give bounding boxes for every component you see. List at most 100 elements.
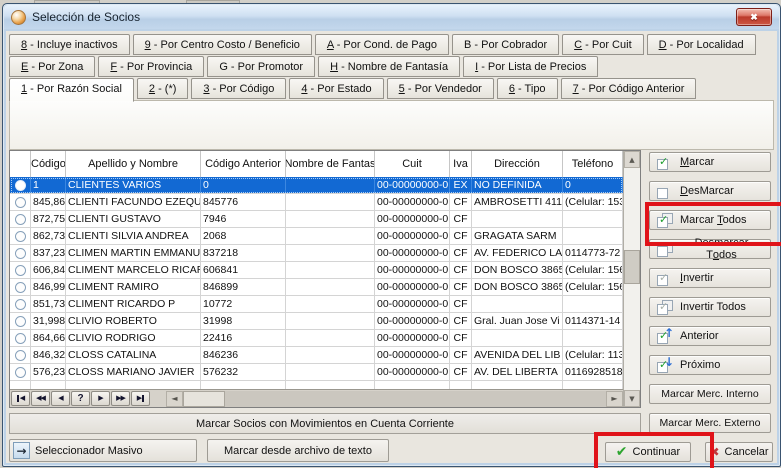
tab-f-por-provincia[interactable]: F - Por Provincia [98, 56, 204, 77]
button-label: Marcar Merc. Interno [661, 388, 758, 400]
scroll-down-icon[interactable]: ▼ [624, 390, 640, 407]
tab-e-por-zona[interactable]: E - Por Zona [9, 56, 95, 77]
continuar-button[interactable]: ✔ Continuar [605, 442, 691, 462]
cell-anterior: 837218 [201, 245, 286, 261]
tab-a-por-cond-de-pago[interactable]: A - Por Cond. de Pago [315, 34, 449, 55]
tab-9-por-centro-costo-beneficio[interactable]: 9 - Por Centro Costo / Beneficio [133, 34, 312, 55]
pr-ximo-button[interactable]: ↓Próximo [649, 355, 771, 375]
table-row[interactable]: 846,991CLIMENT RAMIRO84689900-00000000-0… [10, 279, 623, 296]
cell-nombre: CLIVIO ROBERTO [66, 313, 201, 329]
cell-fantasia [286, 313, 375, 329]
cancelar-button[interactable]: ✖ Cancelar [705, 442, 773, 462]
table-row[interactable]: 31,998CLIVIO ROBERTO3199800-00000000-0CF… [10, 313, 623, 330]
anterior-button[interactable]: ↑Anterior [649, 326, 771, 346]
column-header-cuit[interactable]: Cuit [375, 151, 450, 177]
table-row[interactable]: 837,236CLIMEN MARTIN EMMANU83721800-0000… [10, 245, 623, 262]
table-row[interactable]: 845,862CLIENTI FACUNDO EZEQU84577600-000… [10, 194, 623, 211]
cell-codigo: 1 [31, 177, 66, 193]
marcar-desde-archivo-button[interactable]: Marcar desde archivo de texto [207, 439, 389, 462]
nav-prior-page-button[interactable]: ◀◀ [31, 391, 50, 406]
vertical-scroll-thumb[interactable] [624, 250, 640, 284]
cell-iva: CF [450, 194, 472, 210]
table-row[interactable] [10, 381, 623, 389]
tab-3-por-c-digo[interactable]: 3 - Por Código [191, 78, 286, 99]
desmarcar-todos-button[interactable]: Desmarcar Todos [649, 239, 771, 259]
row-marker-radio[interactable] [15, 367, 26, 378]
column-header-direcci-n[interactable]: Dirección [472, 151, 563, 177]
nav-next-page-button[interactable]: ▶▶ [111, 391, 130, 406]
vertical-scrollbar[interactable]: ▲ ▼ [623, 151, 640, 407]
cell-nombre: CLIENTI GUSTAVO [66, 211, 201, 227]
nav-next-button[interactable]: ▶ [91, 391, 110, 406]
marcar-todos-button[interactable]: Marcar Todos [649, 210, 771, 230]
arrow-right-icon: → [13, 442, 30, 459]
tab-d-por-localidad[interactable]: D - Por Localidad [647, 34, 756, 55]
column-header-apellido-y-nombre[interactable]: Apellido y Nombre [66, 151, 201, 177]
tab-8-incluye-inactivos[interactable]: 8 - Incluye inactivos [9, 34, 130, 55]
row-marker-radio[interactable] [15, 248, 26, 259]
nav-last-button[interactable]: ▶ [131, 391, 150, 406]
row-marker-radio[interactable] [15, 214, 26, 225]
scroll-up-icon[interactable]: ▲ [624, 151, 640, 168]
horizontal-scroll-thumb[interactable] [183, 391, 225, 407]
marker-cell [10, 330, 31, 346]
cell-codigo: 31,998 [31, 313, 66, 329]
cell-direccion: NO DEFINIDA [472, 177, 563, 193]
vertical-scroll-track[interactable] [624, 168, 640, 390]
horizontal-scroll-track[interactable] [225, 391, 606, 407]
tab-6-tipo[interactable]: 6 - Tipo [497, 78, 558, 99]
title-bar[interactable]: Selección de Socios ✖ [4, 5, 779, 29]
desmarcar-button[interactable]: DesMarcar [649, 181, 771, 201]
tab-i-por-lista-de-precios[interactable]: I - Por Lista de Precios [463, 56, 598, 77]
table-row[interactable]: 851,730CLIMENT RICARDO P1077200-00000000… [10, 296, 623, 313]
column-header-iva[interactable]: Iva [450, 151, 472, 177]
marcar-merc-interno-button[interactable]: Marcar Merc. Interno [649, 384, 771, 404]
column-header-tel-fono[interactable]: Teléfono [563, 151, 623, 177]
cell-direccion: DON BOSCO 3865 [472, 279, 563, 295]
column-header-marker[interactable] [10, 151, 31, 177]
tab-c-por-cuit[interactable]: C - Por Cuit [562, 34, 643, 55]
cell-fantasia [286, 279, 375, 295]
row-marker-radio[interactable] [15, 282, 26, 293]
tab-7-por-c-digo-anterior[interactable]: 7 - Por Código Anterior [561, 78, 697, 99]
row-marker-radio[interactable] [15, 231, 26, 242]
row-marker-radio[interactable] [15, 316, 26, 327]
table-row[interactable]: 864,667CLIVIO RODRIGO2241600-00000000-0C… [10, 330, 623, 347]
table-row[interactable]: 872,753CLIENTI GUSTAVO794600-00000000-0C… [10, 211, 623, 228]
marcar-movimientos-cc-button[interactable]: Marcar Socios con Movimientos en Cuenta … [9, 413, 641, 434]
column-header-c-digo-anterior[interactable]: Código Anterior [201, 151, 286, 177]
row-marker-radio[interactable] [15, 180, 26, 191]
scroll-right-icon[interactable]: ► [606, 391, 623, 407]
marcar-button[interactable]: Marcar [649, 152, 771, 172]
tab-g-por-promotor[interactable]: G - Por Promotor [207, 56, 315, 77]
tab-2[interactable]: 2 - (*) [137, 78, 189, 99]
tab-h-nombre-de-fantas-a[interactable]: H - Nombre de Fantasía [318, 56, 460, 77]
row-marker-radio[interactable] [15, 333, 26, 344]
nav-help-button[interactable]: ? [71, 391, 90, 406]
nav-prior-button[interactable]: ◀ [51, 391, 70, 406]
marcar-merc-externo-button[interactable]: Marcar Merc. Externo [649, 413, 771, 433]
row-marker-radio[interactable] [15, 299, 26, 310]
column-header-c-digo[interactable]: Código [31, 151, 66, 177]
table-row[interactable]: 576,232CLOSS MARIANO JAVIER57623200-0000… [10, 364, 623, 381]
tab-4-por-estado[interactable]: 4 - Por Estado [289, 78, 383, 99]
invertir-button[interactable]: Invertir [649, 268, 771, 288]
row-marker-radio[interactable] [15, 350, 26, 361]
seleccionador-masivo-button[interactable]: → Seleccionador Masivo [9, 439, 197, 462]
tab-5-por-vendedor[interactable]: 5 - Por Vendedor [387, 78, 494, 99]
nav-first-button[interactable]: ◀ [11, 391, 30, 406]
row-marker-radio[interactable] [15, 265, 26, 276]
tab-b-por-cobrador[interactable]: B - Por Cobrador [452, 34, 559, 55]
horizontal-scrollbar[interactable]: ◄ ► [166, 391, 623, 407]
row-marker-radio[interactable] [15, 197, 26, 208]
table-row[interactable]: 846,326CLOSS CATALINA84623600-00000000-0… [10, 347, 623, 364]
table-row[interactable]: 1CLIENTES VARIOS000-00000000-0EXNO DEFIN… [10, 177, 623, 194]
column-header-nombre-de-fantas[interactable]: Nombre de Fantas [286, 151, 375, 177]
cell-codigo: 872,753 [31, 211, 66, 227]
table-row[interactable]: 606,841CLIMENT MARCELO RICAR60684100-000… [10, 262, 623, 279]
tab-1-por-raz-n-social[interactable]: 1 - Por Razón Social [9, 78, 134, 102]
invertir-todos-button[interactable]: Invertir Todos [649, 297, 771, 317]
table-row[interactable]: 862,737CLIENTI SILVIA ANDREA206800-00000… [10, 228, 623, 245]
close-button[interactable]: ✖ [736, 8, 772, 26]
scroll-left-icon[interactable]: ◄ [166, 391, 183, 407]
